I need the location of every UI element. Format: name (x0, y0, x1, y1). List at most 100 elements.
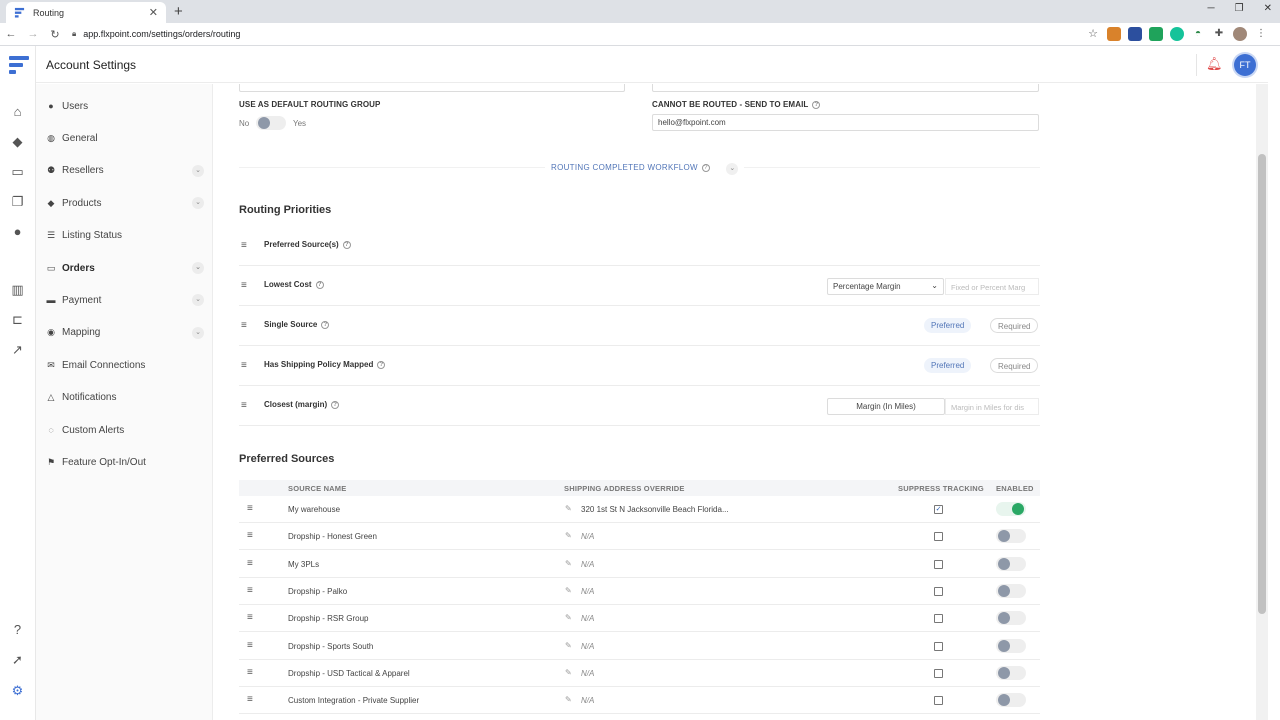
settings-icon[interactable]: ⚙ (9, 682, 26, 699)
sidebar-item-listing-status[interactable]: ☰ Listing Status (46, 225, 204, 247)
users-icon[interactable]: ● (9, 223, 26, 240)
help-icon[interactable]: ? (321, 321, 330, 329)
suppress-tracking-checkbox[interactable] (934, 559, 943, 569)
suppress-tracking-checkbox[interactable] (934, 614, 943, 624)
chevron-down-icon[interactable]: ⌄ (192, 294, 204, 307)
home-icon[interactable]: ⌂ (9, 103, 26, 120)
edit-icon[interactable]: ✎ (565, 531, 572, 540)
margin-miles-select[interactable]: Margin (In Miles) (827, 398, 945, 415)
cart-icon[interactable]: ⊏ (9, 311, 26, 328)
sidebar-item-orders[interactable]: ▭ Orders ⌄ (46, 257, 204, 279)
drag-handle-icon[interactable]: ≡ (247, 530, 253, 541)
send-to-email-field[interactable]: hello@flxpoint.com (652, 114, 1039, 131)
enabled-toggle[interactable] (996, 693, 1026, 708)
chevron-down-icon[interactable]: ⌄ (192, 197, 204, 210)
new-tab-icon[interactable]: + (174, 3, 183, 20)
required-option[interactable]: Required (990, 358, 1039, 373)
help-icon[interactable]: ? (9, 621, 26, 638)
routing-completed-workflow-toggle[interactable]: ROUTING COMPLETED WORKFLOW? ⌄ (545, 163, 745, 175)
forward-icon[interactable]: → (22, 28, 44, 40)
default-routing-group-toggle[interactable] (256, 116, 286, 130)
preferred-option[interactable]: Preferred (924, 318, 972, 333)
sidebar-item-mapping[interactable]: ◉ Mapping ⌄ (46, 322, 204, 344)
edit-icon[interactable]: ✎ (565, 613, 572, 622)
extension-2-icon[interactable] (1128, 27, 1142, 41)
preferred-option[interactable]: Preferred (924, 358, 972, 373)
scrollbar[interactable] (1256, 84, 1268, 720)
notifications-bell-icon[interactable]: 🔔︎ (1206, 56, 1223, 72)
url-field[interactable]: 🔒︎ app.flxpoint.com/settings/orders/rout… (72, 29, 240, 39)
reload-icon[interactable]: ↻ (44, 28, 66, 41)
top-input-partial-2[interactable] (652, 84, 1039, 92)
scrollbar-thumb[interactable] (1258, 154, 1266, 614)
suppress-tracking-checkbox[interactable] (934, 668, 943, 678)
rocket-icon[interactable]: ➚ (9, 651, 26, 668)
profile-icon[interactable] (1233, 27, 1247, 41)
help-icon[interactable]: ? (342, 241, 351, 249)
drag-handle-icon[interactable]: ≡ (241, 360, 247, 371)
minimize-icon[interactable]: ─ (1208, 3, 1215, 14)
drag-handle-icon[interactable]: ≡ (247, 640, 253, 651)
help-icon[interactable]: ? (377, 361, 386, 369)
drag-handle-icon[interactable]: ≡ (247, 503, 253, 514)
flxpoint-logo-icon[interactable] (9, 56, 29, 74)
inbox-icon[interactable]: ▭ (9, 163, 26, 180)
enabled-toggle[interactable] (996, 638, 1026, 653)
chevron-down-icon[interactable]: ⌄ (192, 262, 204, 274)
drag-handle-icon[interactable]: ≡ (241, 320, 247, 331)
suppress-tracking-checkbox[interactable] (934, 532, 943, 542)
avatar[interactable]: FT (1234, 54, 1256, 76)
chevron-down-icon[interactable]: ⌄ (726, 163, 739, 175)
margin-value-input[interactable]: Fixed or Percent Marg (945, 278, 1039, 295)
margin-miles-input[interactable]: Margin in Miles for dis (945, 398, 1039, 415)
enabled-toggle[interactable] (996, 502, 1026, 516)
drag-handle-icon[interactable]: ≡ (247, 612, 253, 623)
help-icon[interactable]: ? (701, 164, 710, 172)
edit-icon[interactable]: ✎ (565, 559, 572, 568)
extension-5-icon[interactable]: ◓ (1191, 27, 1205, 41)
tag-icon[interactable]: ◆ (9, 133, 26, 150)
drag-handle-icon[interactable]: ≡ (247, 667, 253, 678)
enabled-toggle[interactable] (996, 611, 1026, 626)
building-icon[interactable]: ▥ (9, 281, 26, 298)
chevron-down-icon[interactable]: ⌄ (192, 164, 204, 177)
sidebar-item-feature-opt-in-out[interactable]: ⚑ Feature Opt-In/Out (46, 451, 204, 473)
chart-icon[interactable]: ↗ (9, 341, 26, 358)
sidebar-item-payment[interactable]: ▬ Payment ⌄ (46, 289, 204, 311)
star-icon[interactable]: ☆ (1086, 27, 1100, 41)
top-input-partial[interactable] (239, 84, 625, 92)
suppress-tracking-checkbox[interactable] (934, 586, 943, 596)
sidebar-item-custom-alerts[interactable]: ◌ Custom Alerts (46, 419, 204, 441)
sidebar-item-products[interactable]: ◆ Products ⌄ (46, 192, 204, 214)
suppress-tracking-checkbox[interactable]: ✓ (934, 505, 943, 514)
extension-3-icon[interactable] (1149, 27, 1163, 41)
close-window-icon[interactable]: ✕ (1264, 3, 1272, 14)
sidebar-item-notifications[interactable]: △ Notifications (46, 387, 204, 409)
copy-icon[interactable]: ❐ (9, 193, 26, 210)
sidebar-item-general[interactable]: ◍ General (46, 127, 204, 149)
enabled-toggle[interactable] (996, 583, 1026, 598)
sidebar-item-email-connections[interactable]: ✉ Email Connections (46, 354, 204, 376)
chevron-down-icon[interactable]: ⌄ (192, 326, 204, 339)
drag-handle-icon[interactable]: ≡ (241, 400, 247, 411)
puzzle-icon[interactable]: ✚ (1212, 27, 1226, 41)
suppress-tracking-checkbox[interactable] (934, 696, 943, 706)
drag-handle-icon[interactable]: ≡ (247, 558, 253, 569)
enabled-toggle[interactable] (996, 529, 1026, 544)
suppress-tracking-checkbox[interactable] (934, 641, 943, 651)
extension-1-icon[interactable] (1107, 27, 1121, 41)
margin-type-select[interactable]: Percentage Margin ⌄ (827, 278, 944, 295)
edit-icon[interactable]: ✎ (565, 695, 572, 704)
back-icon[interactable]: ← (0, 28, 22, 40)
restore-icon[interactable]: ❐ (1235, 3, 1244, 14)
enabled-toggle[interactable] (996, 665, 1026, 680)
help-icon[interactable]: ? (812, 101, 821, 109)
drag-handle-icon[interactable]: ≡ (241, 240, 247, 251)
edit-icon[interactable]: ✎ (565, 504, 572, 513)
edit-icon[interactable]: ✎ (565, 586, 572, 595)
browser-tab[interactable]: Routing ✕ (6, 2, 166, 23)
edit-icon[interactable]: ✎ (565, 668, 572, 677)
help-icon[interactable]: ? (331, 401, 340, 409)
close-tab-icon[interactable]: ✕ (149, 6, 158, 19)
enabled-toggle[interactable] (996, 556, 1026, 571)
